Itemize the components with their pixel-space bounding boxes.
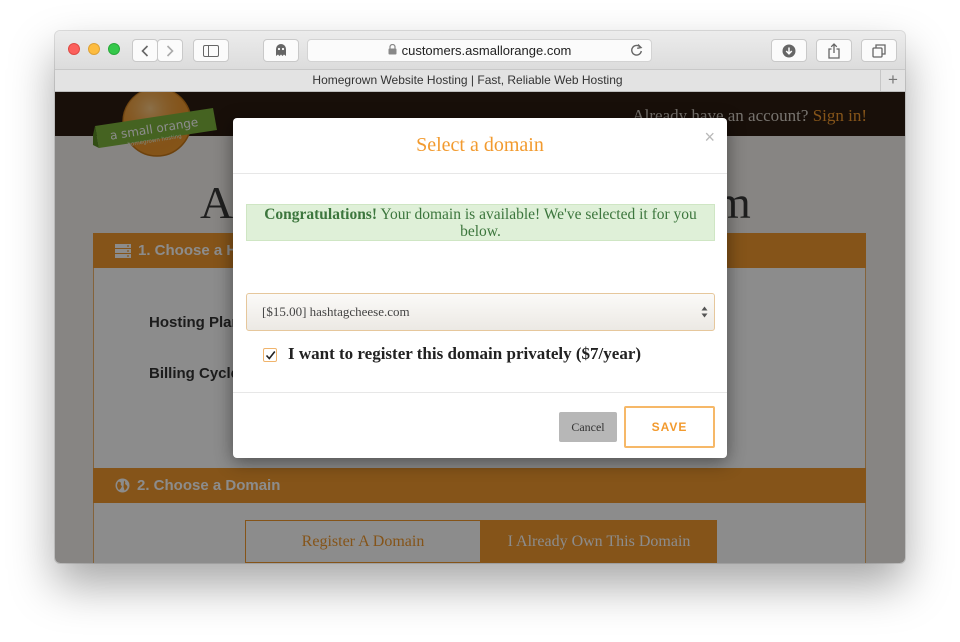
ghost-icon	[276, 44, 286, 56]
save-button[interactable]: SAVE	[624, 406, 715, 448]
checkmark-icon	[265, 350, 275, 360]
back-button[interactable]	[132, 39, 158, 62]
sidebar-button[interactable]	[193, 39, 229, 62]
selected-domain-value: [$15.00] hashtagcheese.com	[262, 304, 410, 319]
alert-strong-text: Congratulations!	[264, 206, 378, 223]
reload-icon[interactable]	[630, 43, 643, 60]
privacy-report-button[interactable]	[263, 39, 299, 62]
tab-bar: Homegrown Website Hosting | Fast, Reliab…	[55, 69, 905, 92]
lock-icon	[388, 43, 397, 58]
chevron-right-icon	[166, 44, 174, 57]
modal-header-divider	[233, 173, 727, 174]
share-button[interactable]	[816, 39, 852, 62]
browser-toolbar: customers.asmallorange.com	[55, 31, 905, 69]
browser-window: customers.asmallorange.com Homegrown Web…	[55, 31, 905, 563]
privacy-label[interactable]: I want to register this domain privately…	[288, 344, 641, 364]
privacy-checkbox[interactable]	[263, 348, 277, 362]
zoom-window-button[interactable]	[108, 43, 120, 55]
downloads-button[interactable]	[771, 39, 807, 62]
forward-button[interactable]	[157, 39, 183, 62]
sidebar-icon	[203, 44, 219, 57]
modal-title: Select a domain	[416, 134, 544, 156]
success-alert: Congratulations! Your domain is availabl…	[246, 204, 715, 241]
select-domain-modal: Select a domain × Congratulations! Your …	[233, 118, 727, 458]
address-bar[interactable]: customers.asmallorange.com	[307, 39, 652, 62]
tabs-overview-button[interactable]	[861, 39, 897, 62]
navigation-buttons	[132, 39, 183, 62]
chevron-left-icon	[141, 44, 149, 57]
cancel-button[interactable]: Cancel	[559, 412, 617, 442]
web-page: Already have an account? Sign in! a smal…	[55, 92, 905, 563]
active-tab[interactable]: Homegrown Website Hosting | Fast, Reliab…	[55, 70, 880, 91]
new-tab-button[interactable]: +	[880, 70, 905, 91]
url-text: customers.asmallorange.com	[401, 43, 572, 58]
minimize-window-button[interactable]	[88, 43, 100, 55]
select-arrows-icon	[701, 306, 708, 318]
domain-select[interactable]: [$15.00] hashtagcheese.com	[246, 293, 715, 331]
modal-footer-divider	[233, 392, 727, 393]
close-icon[interactable]: ×	[704, 127, 715, 148]
share-icon	[828, 42, 840, 59]
privacy-option: I want to register this domain privately…	[263, 344, 641, 364]
download-icon	[782, 44, 796, 57]
alert-message: Your domain is available! We've selected…	[377, 206, 697, 240]
close-window-button[interactable]	[68, 43, 80, 55]
tabs-icon	[872, 43, 886, 58]
